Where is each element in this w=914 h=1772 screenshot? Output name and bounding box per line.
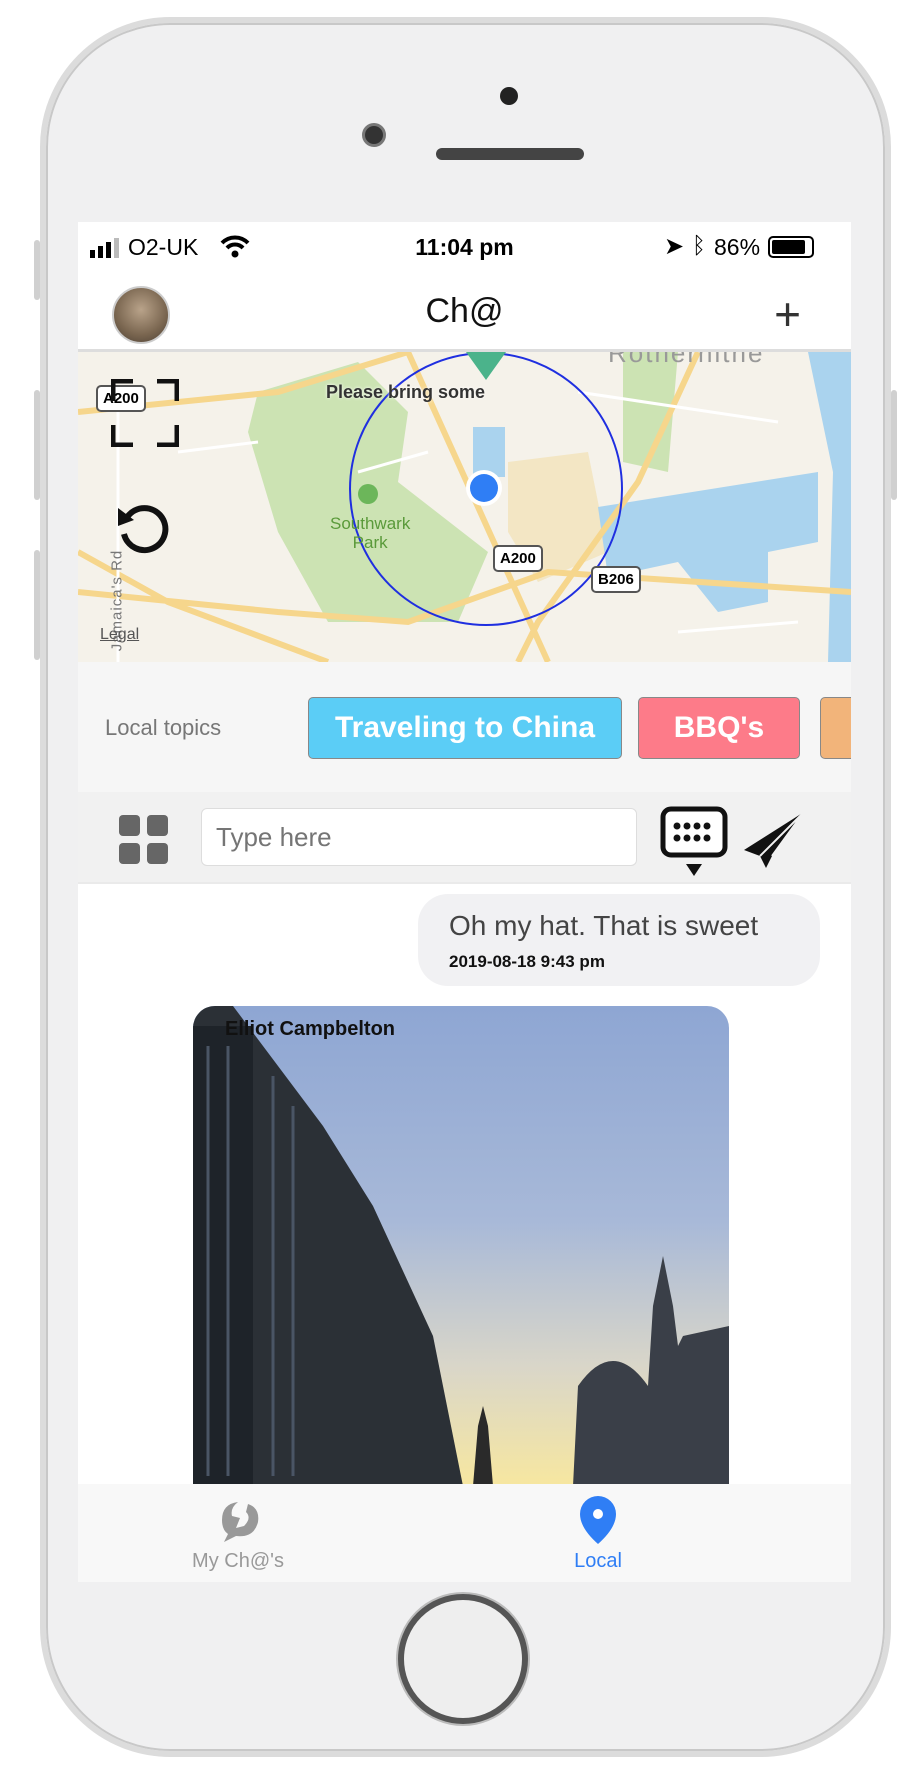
app-header: Ch@ + (78, 274, 851, 352)
bluetooth-icon: ᛒ (692, 232, 706, 258)
proximity-sensor (500, 87, 518, 105)
tab-my-chats[interactable]: My Ch@'s (138, 1484, 338, 1582)
tab-label: My Ch@'s (192, 1550, 284, 1572)
tab-local[interactable]: Local (498, 1484, 698, 1582)
refresh-icon[interactable] (116, 500, 172, 558)
plus-icon[interactable]: + (774, 291, 801, 337)
grid-menu-icon[interactable] (119, 815, 169, 865)
photo-image (193, 1006, 729, 1486)
road-shield: A200 (493, 545, 543, 572)
park-label-line2: Park (352, 533, 388, 552)
message-input[interactable] (201, 808, 637, 866)
message-bubble[interactable]: Oh my hat. That is sweet 2019-08-18 9:43… (418, 894, 820, 986)
earpiece-speaker (436, 148, 584, 160)
send-icon[interactable] (742, 810, 806, 870)
park-label-line1: Southwark (330, 514, 411, 533)
location-pin-icon (580, 1496, 616, 1544)
volume-up-button (34, 390, 40, 500)
topic-chip-bbqs[interactable]: BBQ's (638, 697, 800, 759)
photo-message[interactable]: Elliot Campbelton (193, 1006, 729, 1486)
location-arrow-icon: ➤ (664, 233, 685, 260)
chat-bubbles-icon (222, 1502, 259, 1542)
battery-percent: 86% (714, 234, 761, 260)
map-legal-link[interactable]: Legal (100, 626, 139, 644)
map-area-label: Rotherhithe (608, 352, 765, 368)
page-title: Ch@ (425, 292, 504, 330)
battery-icon (768, 236, 814, 258)
road-shield: B206 (591, 566, 641, 593)
composer-bar (78, 792, 851, 884)
topic-chip-partial[interactable] (820, 697, 851, 759)
photo-author: Elliot Campbelton (225, 1018, 395, 1040)
topics-label: Local topics (105, 715, 222, 740)
power-button (891, 390, 897, 500)
map-pin-label[interactable]: Please bring some (326, 382, 485, 403)
map-view[interactable]: Jamaica's Rd Please bring some Rotherhit… (78, 352, 851, 662)
message-timestamp: 2019-08-18 9:43 pm (449, 952, 605, 971)
home-button[interactable] (398, 1594, 528, 1724)
status-bar: O2-UK 11:04 pm ➤ ᛒ 86% (78, 222, 851, 274)
topic-chip-traveling-to-china[interactable]: Traveling to China (308, 697, 622, 759)
mute-switch (34, 240, 40, 300)
message-text: Oh my hat. That is sweet (449, 910, 759, 941)
front-camera (362, 123, 386, 147)
app-screen: O2-UK 11:04 pm ➤ ᛒ 86% Ch@ + Jamaica's R… (78, 222, 851, 1582)
tab-bar: My Ch@'s Local (78, 1484, 851, 1582)
volume-down-button (34, 550, 40, 660)
fullscreen-icon[interactable] (111, 379, 179, 447)
keyboard-toggle-icon[interactable] (660, 806, 728, 878)
tab-label: Local (574, 1550, 622, 1572)
park-label: Southwark Park (330, 514, 410, 552)
